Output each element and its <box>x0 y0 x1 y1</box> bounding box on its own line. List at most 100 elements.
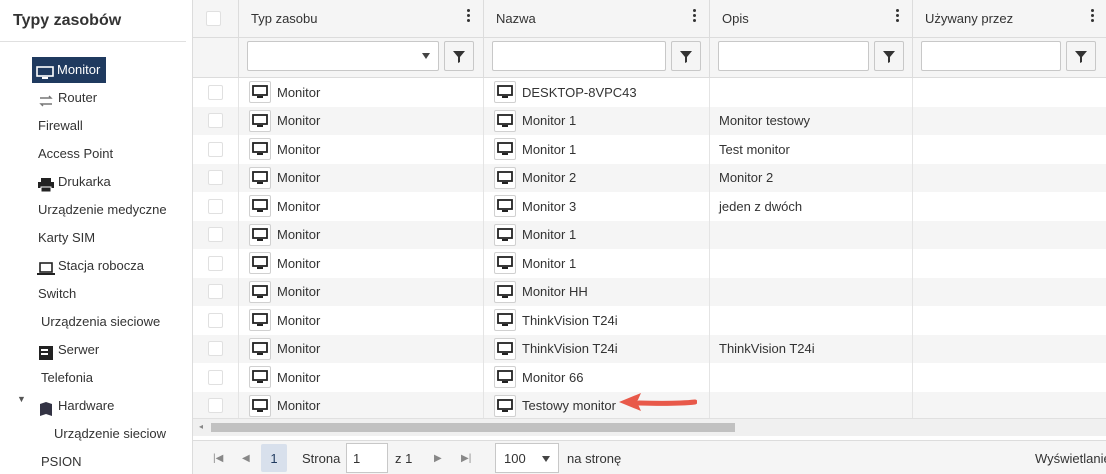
name-value[interactable]: Monitor 1 <box>522 142 576 157</box>
previous-page-icon[interactable]: ◀ <box>242 441 250 474</box>
name-filter-input[interactable] <box>492 41 666 71</box>
name-value[interactable]: Testowy monitor <box>522 398 616 413</box>
column-header-type[interactable]: Typ zasobu <box>239 0 484 38</box>
sidebar-item-label: Switch <box>38 286 77 301</box>
name-value[interactable]: Monitor 1 <box>522 256 576 271</box>
page-size-dropdown[interactable]: 100 <box>495 443 559 473</box>
horizontal-scrollbar[interactable]: ◂ <box>193 418 1106 436</box>
name-value[interactable]: Monitor 3 <box>522 199 576 214</box>
filter-button[interactable] <box>874 41 904 71</box>
table-row[interactable]: Monitor Monitor 3 jeden z dwóch <box>193 192 1106 221</box>
table-row[interactable]: Monitor ThinkVision T24i ThinkVision T24i <box>193 334 1106 363</box>
name-cell[interactable]: Monitor 2 <box>484 163 710 192</box>
table-row[interactable]: Monitor Monitor 66 <box>193 363 1106 392</box>
name-cell[interactable]: Monitor 1 <box>484 135 710 164</box>
row-checkbox[interactable] <box>208 398 223 414</box>
monitor-icon <box>249 195 271 218</box>
name-value[interactable]: Monitor 1 <box>522 227 576 242</box>
table-row[interactable]: Monitor ThinkVision T24i <box>193 306 1106 335</box>
description-filter-input[interactable] <box>718 41 869 71</box>
table-row[interactable]: Monitor Monitor 1 Monitor testowy <box>193 106 1106 135</box>
type-filter-dropdown[interactable] <box>247 41 439 71</box>
row-checkbox[interactable] <box>208 369 223 385</box>
table-row[interactable]: Monitor Monitor 1 <box>193 249 1106 278</box>
table-row[interactable]: Monitor Monitor 1 Test monitor <box>193 135 1106 164</box>
column-menu-icon[interactable] <box>896 9 900 25</box>
sidebar-item-stacja-robocza[interactable]: Stacja robocza <box>37 253 144 279</box>
type-value: Monitor <box>277 113 321 129</box>
name-cell[interactable]: Monitor 1 <box>484 220 710 249</box>
sidebar-item-serwer[interactable]: Serwer <box>37 337 99 363</box>
row-checkbox[interactable] <box>208 255 223 271</box>
table-row[interactable]: Monitor Monitor 1 <box>193 220 1106 249</box>
name-cell[interactable]: Monitor 3 <box>484 192 710 221</box>
sidebar-item-access-point[interactable]: Access Point <box>38 141 113 167</box>
next-page-icon[interactable]: ▶ <box>434 441 442 474</box>
name-cell[interactable]: DESKTOP-8VPC43 <box>484 78 710 107</box>
page-number-input[interactable]: 1 <box>346 443 388 473</box>
table-row[interactable]: Monitor Monitor 2 Monitor 2 <box>193 163 1106 192</box>
sidebar-item-label: Urządzenie sieciow <box>54 426 166 441</box>
column-menu-icon[interactable] <box>693 9 697 25</box>
filter-cell-description <box>710 38 913 78</box>
sidebar-item-label: Drukarka <box>58 174 111 189</box>
sidebar-item-drukarka[interactable]: Drukarka <box>37 169 111 195</box>
sidebar-item-urzadzenie-medyczne[interactable]: Urządzenie medyczne <box>38 197 167 223</box>
name-cell[interactable]: Monitor 1 <box>484 249 710 278</box>
name-value[interactable]: ThinkVision T24i <box>522 313 618 328</box>
row-checkbox[interactable] <box>208 84 223 100</box>
row-checkbox[interactable] <box>208 341 223 357</box>
column-header-description[interactable]: Opis <box>710 0 913 38</box>
column-menu-icon[interactable] <box>1091 9 1095 25</box>
name-cell[interactable]: Monitor HH <box>484 277 710 306</box>
row-checkbox[interactable] <box>208 113 223 129</box>
scrollbar-thumb[interactable] <box>211 423 735 432</box>
sidebar-item-karty-sim[interactable]: Karty SIM <box>38 225 95 251</box>
expand-caret-icon[interactable]: ▼ <box>17 394 26 404</box>
name-cell[interactable]: ThinkVision T24i <box>484 334 710 363</box>
used-by-filter-input[interactable] <box>921 41 1061 71</box>
column-header-used-by[interactable]: Używany przez <box>913 0 1106 38</box>
filter-button[interactable] <box>1066 41 1096 71</box>
type-value: Monitor <box>277 141 321 157</box>
name-value[interactable]: Monitor 66 <box>522 370 583 385</box>
name-cell[interactable]: Monitor 66 <box>484 363 710 392</box>
sidebar-item-monitor[interactable]: Monitor <box>32 57 107 83</box>
scroll-left-icon[interactable]: ◂ <box>199 422 203 431</box>
name-value[interactable]: Monitor 1 <box>522 113 576 128</box>
sidebar-item-psion[interactable]: PSION <box>41 449 81 474</box>
row-checkbox[interactable] <box>208 198 223 214</box>
row-checkbox[interactable] <box>208 141 223 157</box>
description-cell: Monitor 2 <box>710 163 913 192</box>
select-all-checkbox[interactable] <box>206 11 221 26</box>
row-checkbox[interactable] <box>208 170 223 186</box>
filter-button[interactable] <box>444 41 474 71</box>
name-value[interactable]: DESKTOP-8VPC43 <box>522 85 637 100</box>
name-value[interactable]: Monitor 2 <box>522 170 576 185</box>
first-page-icon[interactable]: |◀ <box>213 441 223 474</box>
column-header-name[interactable]: Nazwa <box>484 0 710 38</box>
last-page-icon[interactable]: ▶| <box>461 441 471 474</box>
row-select-cell <box>193 135 239 164</box>
name-value[interactable]: Monitor HH <box>522 284 588 299</box>
row-checkbox[interactable] <box>208 284 223 300</box>
row-checkbox[interactable] <box>208 227 223 243</box>
name-value[interactable]: ThinkVision T24i <box>522 341 618 356</box>
description-value: Monitor testowy <box>719 113 811 129</box>
sidebar-item-urzadzenie-sieciow[interactable]: Urządzenie sieciow <box>54 421 166 447</box>
name-cell[interactable]: ThinkVision T24i <box>484 306 710 335</box>
current-page-button[interactable]: 1 <box>261 444 287 472</box>
row-checkbox[interactable] <box>208 312 223 328</box>
sidebar-item-switch[interactable]: Switch <box>38 281 76 307</box>
sidebar-item-router[interactable]: Router <box>37 85 97 111</box>
sidebar-item-hardware[interactable]: Hardware <box>37 393 114 419</box>
filter-icon <box>453 51 465 63</box>
sidebar-item-telefonia[interactable]: Telefonia <box>41 365 93 391</box>
filter-button[interactable] <box>671 41 701 71</box>
sidebar-item-urzadzenia-sieciowe[interactable]: Urządzenia sieciowe <box>41 309 160 335</box>
table-row[interactable]: Monitor DESKTOP-8VPC43 <box>193 78 1106 107</box>
name-cell[interactable]: Monitor 1 <box>484 106 710 135</box>
column-menu-icon[interactable] <box>467 9 471 25</box>
sidebar-item-firewall[interactable]: Firewall <box>38 113 83 139</box>
table-row[interactable]: Monitor Monitor HH <box>193 277 1106 306</box>
